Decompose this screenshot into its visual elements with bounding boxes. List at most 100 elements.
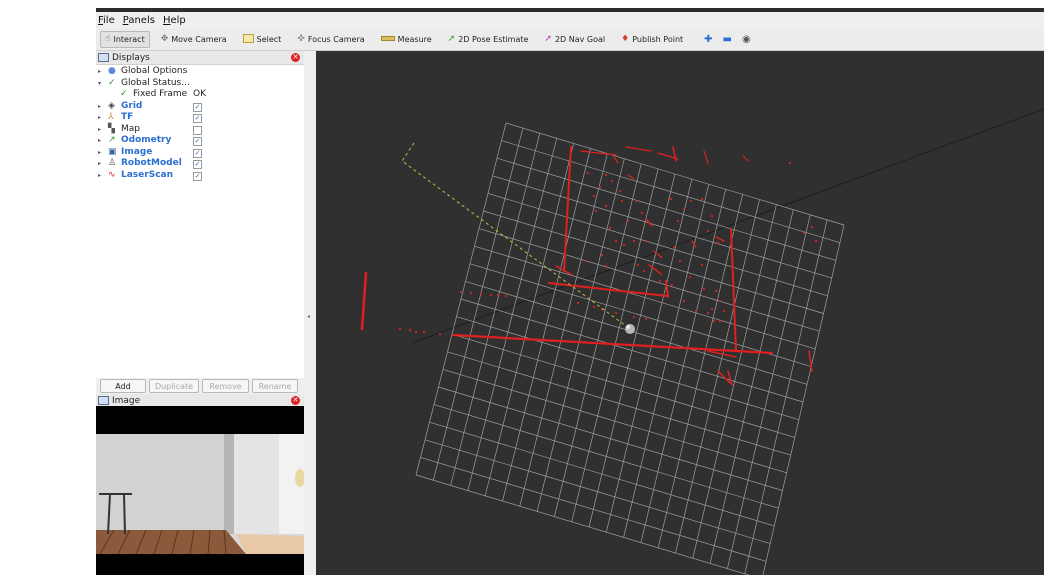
laser-point — [576, 301, 580, 305]
menu-file[interactable]: File — [98, 15, 115, 26]
laser-point — [689, 199, 693, 203]
magenta-arrow-icon: ➚ — [544, 34, 552, 44]
add-tool-icon[interactable]: ✚ — [704, 34, 712, 45]
expand-arrow-icon[interactable]: ▸ — [98, 112, 101, 124]
laser-point — [626, 219, 630, 223]
display-item-odometry[interactable]: ▸ ↗ Odometry ✓ — [96, 135, 304, 147]
enable-checkbox[interactable]: ✓ — [193, 171, 202, 181]
laser-point — [814, 239, 818, 243]
status-value: OK — [193, 89, 206, 99]
enable-checkbox[interactable]: ✓ — [193, 114, 202, 123]
laser-segment — [627, 174, 635, 180]
interact-label: Interact — [113, 35, 145, 44]
collapse-arrow-icon[interactable]: ▾ — [98, 78, 101, 90]
focus-camera-tool-button[interactable]: ✜ Focus Camera — [292, 31, 369, 48]
expand-arrow-icon[interactable]: ▸ — [98, 101, 101, 113]
move-camera-tool-button[interactable]: ✥ Move Camera — [156, 31, 232, 48]
laser-point — [504, 294, 508, 298]
laser-point — [676, 219, 680, 223]
3d-render-view[interactable] — [316, 51, 1044, 575]
image-panel: Image ✕ — [96, 394, 304, 575]
laser-point — [706, 311, 710, 315]
rviz-window: File Panels Help ☝ Interact ✥ Move Camer… — [96, 8, 1044, 575]
display-item-label: Fixed Frame — [133, 89, 188, 99]
robot-model — [625, 324, 635, 334]
laser-segment — [625, 146, 652, 152]
laser-point — [598, 185, 602, 189]
laser-segment — [563, 146, 572, 272]
laser-point — [644, 239, 648, 243]
3d-scene[interactable] — [316, 51, 1044, 575]
menu-help-label: elp — [170, 15, 186, 26]
display-item-image[interactable]: ▸ ▣ Image ✓ — [96, 147, 304, 159]
measure-tool-button[interactable]: Measure — [376, 31, 437, 48]
close-icon[interactable]: ✕ — [291, 53, 300, 62]
expand-arrow-icon[interactable]: ▸ — [98, 66, 101, 78]
laser-point — [710, 307, 714, 311]
enable-checkbox[interactable]: ✓ — [193, 160, 202, 169]
camera-feed-image — [96, 406, 304, 574]
menu-help[interactable]: Help — [163, 15, 186, 26]
tool-properties-icon[interactable]: ◉ — [742, 34, 751, 45]
laser-point — [702, 287, 706, 291]
nav-goal-tool-button[interactable]: ➚ 2D Nav Goal — [539, 31, 610, 48]
focus-camera-icon: ✜ — [297, 34, 305, 44]
laser-point — [644, 317, 648, 321]
grid-icon: ◈ — [108, 100, 115, 111]
display-item-global-status[interactable]: ▾ ✓ Global Status... — [96, 78, 304, 90]
grid-line — [424, 439, 771, 544]
display-item-grid[interactable]: ▸ ◈ Grid ✓ — [96, 101, 304, 113]
rename-button[interactable]: Rename — [252, 379, 298, 393]
remove-tool-icon[interactable]: ▬ — [723, 34, 732, 45]
close-icon[interactable]: ✕ — [291, 396, 300, 405]
display-item-fixed-frame[interactable]: ✓ Fixed Frame OK — [96, 89, 304, 101]
laser-point — [459, 290, 463, 294]
publish-point-tool-button[interactable]: ♦ Publish Point — [616, 31, 688, 48]
menu-panels[interactable]: Panels — [123, 15, 155, 26]
publish-point-label: Publish Point — [632, 35, 684, 44]
display-item-laserscan[interactable]: ▸ ∿ LaserScan ✓ — [96, 170, 304, 182]
select-tool-button[interactable]: Select — [238, 31, 287, 48]
add-button[interactable]: Add — [100, 379, 146, 393]
laser-point — [614, 239, 618, 243]
enable-checkbox[interactable] — [193, 125, 202, 135]
splitter-grip-icon[interactable]: ◂ — [307, 313, 310, 320]
expand-arrow-icon[interactable]: ▸ — [98, 124, 101, 136]
grid-line — [429, 421, 775, 527]
enable-checkbox[interactable]: ✓ — [193, 102, 202, 112]
expand-arrow-icon[interactable]: ▸ — [98, 158, 101, 170]
expand-arrow-icon[interactable]: ▸ — [98, 135, 101, 147]
display-item-map[interactable]: ▸ ▚ Map — [96, 124, 304, 136]
laser-segment — [808, 350, 813, 372]
display-item-label: Global Status... — [121, 77, 190, 88]
laser-point — [670, 283, 674, 287]
panel-splitter[interactable]: ◂ — [304, 51, 316, 575]
tool-bar: ☝ Interact ✥ Move Camera Select ✜ Focus … — [96, 29, 1044, 51]
focus-camera-label: Focus Camera — [307, 35, 365, 44]
interact-tool-button[interactable]: ☝ Interact — [100, 31, 150, 48]
display-item-tf[interactable]: ▸ ⅄ TF ✓ — [96, 112, 304, 124]
laser-point — [584, 259, 588, 263]
enable-checkbox[interactable]: ✓ — [193, 137, 202, 146]
display-item-robotmodel[interactable]: ▸ ♙ RobotModel ✓ — [96, 158, 304, 170]
grid-line — [420, 457, 767, 562]
expand-arrow-icon[interactable]: ▸ — [98, 147, 101, 159]
pose-estimate-tool-button[interactable]: ➚ 2D Pose Estimate — [443, 31, 534, 48]
laser-point — [710, 214, 714, 218]
laser-segment — [672, 146, 677, 162]
select-icon — [242, 33, 254, 46]
grid-line — [744, 219, 828, 574]
expand-arrow-icon[interactable]: ▸ — [98, 170, 101, 182]
duplicate-button[interactable]: Duplicate — [149, 379, 199, 393]
image-panel-title: Image — [112, 395, 141, 406]
laser-segment — [580, 150, 617, 156]
enable-checkbox[interactable]: ✓ — [193, 148, 202, 158]
laser-segment — [742, 155, 749, 162]
laser-point — [640, 211, 644, 215]
laser-segment — [665, 280, 669, 298]
laser-point — [496, 293, 500, 297]
remove-button[interactable]: Remove — [202, 379, 249, 393]
laser-point — [718, 319, 722, 323]
display-item-global-options[interactable]: ▸ ● Global Options — [96, 66, 304, 78]
laser-point — [610, 179, 614, 183]
